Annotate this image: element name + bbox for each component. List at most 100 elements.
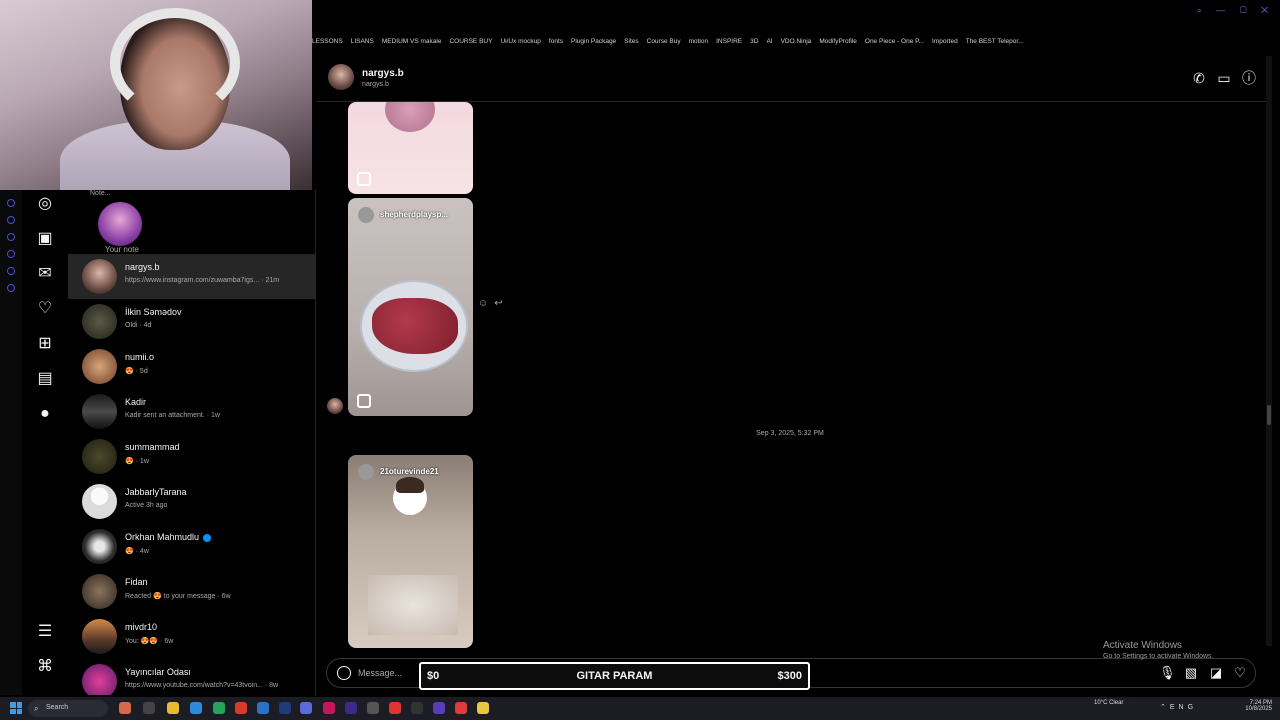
apps-icon[interactable]: ⌘ <box>35 657 55 677</box>
premiere-icon[interactable] <box>345 702 357 714</box>
list-item[interactable]: Kadir Kadir sent an attachment. · 1w <box>68 389 315 434</box>
explore-icon[interactable]: ◎ <box>35 194 55 214</box>
reels-icon[interactable]: ▣ <box>35 229 55 249</box>
sticker-icon[interactable]: ◪ <box>1208 665 1224 681</box>
tray-chevron-icon[interactable]: ⌃ <box>1160 704 1170 711</box>
rail-icon[interactable] <box>7 233 15 241</box>
bookmark-item[interactable]: LESSONS <box>312 38 343 45</box>
bookmark-item[interactable]: fonts <box>549 38 563 45</box>
photoshop-icon[interactable] <box>279 702 291 714</box>
list-item[interactable]: summammad 😍 · 1w <box>68 434 315 479</box>
dashboard-icon[interactable]: ▤ <box>35 369 55 389</box>
conversation-preview: You: 😍😍 · 6w <box>125 638 174 645</box>
chat-contact-name[interactable]: nargys.b <box>362 68 404 79</box>
shared-reel[interactable]: 21oturevinde21 <box>348 455 473 648</box>
avatar <box>82 439 117 474</box>
bookmark-item[interactable]: VDO.Ninja <box>781 38 812 45</box>
rail-icon[interactable] <box>7 199 15 207</box>
tray-lang[interactable]: ENG <box>1170 704 1197 711</box>
rail-icon[interactable] <box>7 267 15 275</box>
conversation-name: nargys.b <box>125 262 160 272</box>
notifications-heart-icon[interactable]: ♡ <box>35 299 55 319</box>
post-author-name: 21oturevinde21 <box>380 467 439 476</box>
rail-icon[interactable] <box>7 284 15 292</box>
shared-reel[interactable] <box>348 102 473 194</box>
bookmark-item[interactable]: ModifyProfile <box>819 38 857 45</box>
opera-icon[interactable] <box>389 702 401 714</box>
list-item[interactable]: mivdr10 You: 😍😍 · 6w <box>68 614 315 659</box>
edge-icon[interactable] <box>190 702 202 714</box>
bookmark-item[interactable]: LİSANS <box>351 38 374 45</box>
activate-title: Activate Windows <box>1103 640 1182 651</box>
menu-icon[interactable]: ☰ <box>35 622 55 642</box>
conversation-name: Kadir <box>125 397 147 407</box>
messenger-icon[interactable]: ✉ <box>35 264 55 284</box>
bookmark-item[interactable]: Ui/Ux mockup <box>500 38 540 45</box>
bookmark-item[interactable]: Plugin Package <box>571 38 616 45</box>
bookmark-item[interactable]: INSPIRE <box>716 38 742 45</box>
chat-scroll-thumb[interactable] <box>1267 405 1271 425</box>
list-item[interactable]: numii.o 😍 · 5d <box>68 344 315 389</box>
bookmark-item[interactable]: MEDIUM VS makale <box>382 38 442 45</box>
food-table-image <box>368 575 458 635</box>
taskbar-app-icon[interactable] <box>143 702 155 714</box>
avatar <box>82 259 117 294</box>
taskbar-app-icon[interactable] <box>323 702 335 714</box>
profile-avatar-icon[interactable]: ● <box>35 404 55 424</box>
taskbar-app-icon[interactable] <box>119 702 131 714</box>
taskbar-app-icon[interactable] <box>257 702 269 714</box>
reply-icon[interactable]: ↩ <box>494 298 508 309</box>
list-item[interactable]: nargys.b https://www.instagram.com/zuwam… <box>68 254 315 299</box>
file-explorer-icon[interactable] <box>167 702 179 714</box>
list-item[interactable]: Fidan Reacted 😍 to your message · 6w <box>68 569 315 614</box>
bookmark-item[interactable]: Course Buy <box>647 38 681 45</box>
obs-icon[interactable] <box>367 702 379 714</box>
conversation-list: Note... Your note nargys.b https://www.i… <box>68 190 316 695</box>
heart-icon[interactable]: ♡ <box>1232 665 1248 681</box>
emoji-icon[interactable] <box>337 666 351 680</box>
image-upload-icon[interactable]: ▧ <box>1183 665 1199 681</box>
info-icon[interactable]: ⓘ <box>1240 69 1258 87</box>
list-item[interactable]: JabbarlyTarana Active 3h ago <box>68 479 315 524</box>
bookmarks-bar: LESSONS LİSANS MEDIUM VS makale COURSE BUY U… <box>312 38 1280 52</box>
browser-topbar: ⌕ — ▢ ✕ <box>312 0 1280 38</box>
bookmark-item[interactable]: Sites <box>624 38 638 45</box>
phone-call-icon[interactable]: ✆ <box>1190 69 1208 87</box>
discord-icon[interactable] <box>300 702 312 714</box>
rail-icon[interactable] <box>7 250 15 258</box>
avatar[interactable] <box>328 64 354 90</box>
chat-scrollbar[interactable] <box>1266 56 1272 646</box>
taskbar-search[interactable]: ⌕ Search <box>28 700 108 717</box>
windows-taskbar: ⌕ Search 10°C Clear ⌃ENG 7:24 PM 10/8/202… <box>0 697 1280 720</box>
taskbar-app-icon[interactable] <box>477 702 489 714</box>
webcam-overlay <box>0 0 312 190</box>
taskbar-app-icon[interactable] <box>213 702 225 714</box>
bookmark-item[interactable]: One Piece - One P... <box>865 38 924 45</box>
react-icon[interactable]: ☺ <box>478 298 494 309</box>
start-icon[interactable] <box>10 702 22 714</box>
microphone-icon[interactable]: 🎙 <box>1159 665 1176 681</box>
message-input[interactable] <box>358 665 428 681</box>
taskbar-app-icon[interactable] <box>411 702 423 714</box>
taskbar-app-icon[interactable] <box>433 702 445 714</box>
conversation-name-text: Orkhan Mahmudlu <box>125 532 200 542</box>
list-item[interactable]: İlkin Səmədov Oldi · 4d <box>68 299 315 344</box>
bookmark-item[interactable]: Imported <box>932 38 958 45</box>
bookmark-item[interactable]: AI <box>766 38 772 45</box>
taskbar-app-icon[interactable] <box>455 702 467 714</box>
list-item[interactable]: Yayıncılar Odası https://www.youtube.com… <box>68 659 315 695</box>
bookmark-item[interactable]: motion <box>689 38 709 45</box>
window-controls[interactable]: ⌕ — ▢ ✕ <box>1197 5 1274 16</box>
chrome-icon[interactable] <box>235 702 247 714</box>
rail-icon[interactable] <box>7 216 15 224</box>
bookmark-item[interactable]: 3D <box>750 38 758 45</box>
clock[interactable]: 7:24 PM 10/8/2025 <box>1245 700 1272 712</box>
bookmark-item[interactable]: The BEST Telepor... <box>966 38 1024 45</box>
video-call-icon[interactable]: ▭ <box>1215 69 1233 87</box>
create-icon[interactable]: ⊞ <box>35 334 55 354</box>
list-item[interactable]: Orkhan Mahmudlu 😍 · 4w <box>68 524 315 569</box>
shared-reel[interactable]: shepherdplaysp... <box>348 198 473 416</box>
weather-widget[interactable]: 10°C Clear <box>1094 700 1123 706</box>
bookmark-item[interactable]: COURSE BUY <box>449 38 492 45</box>
tray-icons[interactable]: ⌃ENG <box>1160 703 1197 711</box>
